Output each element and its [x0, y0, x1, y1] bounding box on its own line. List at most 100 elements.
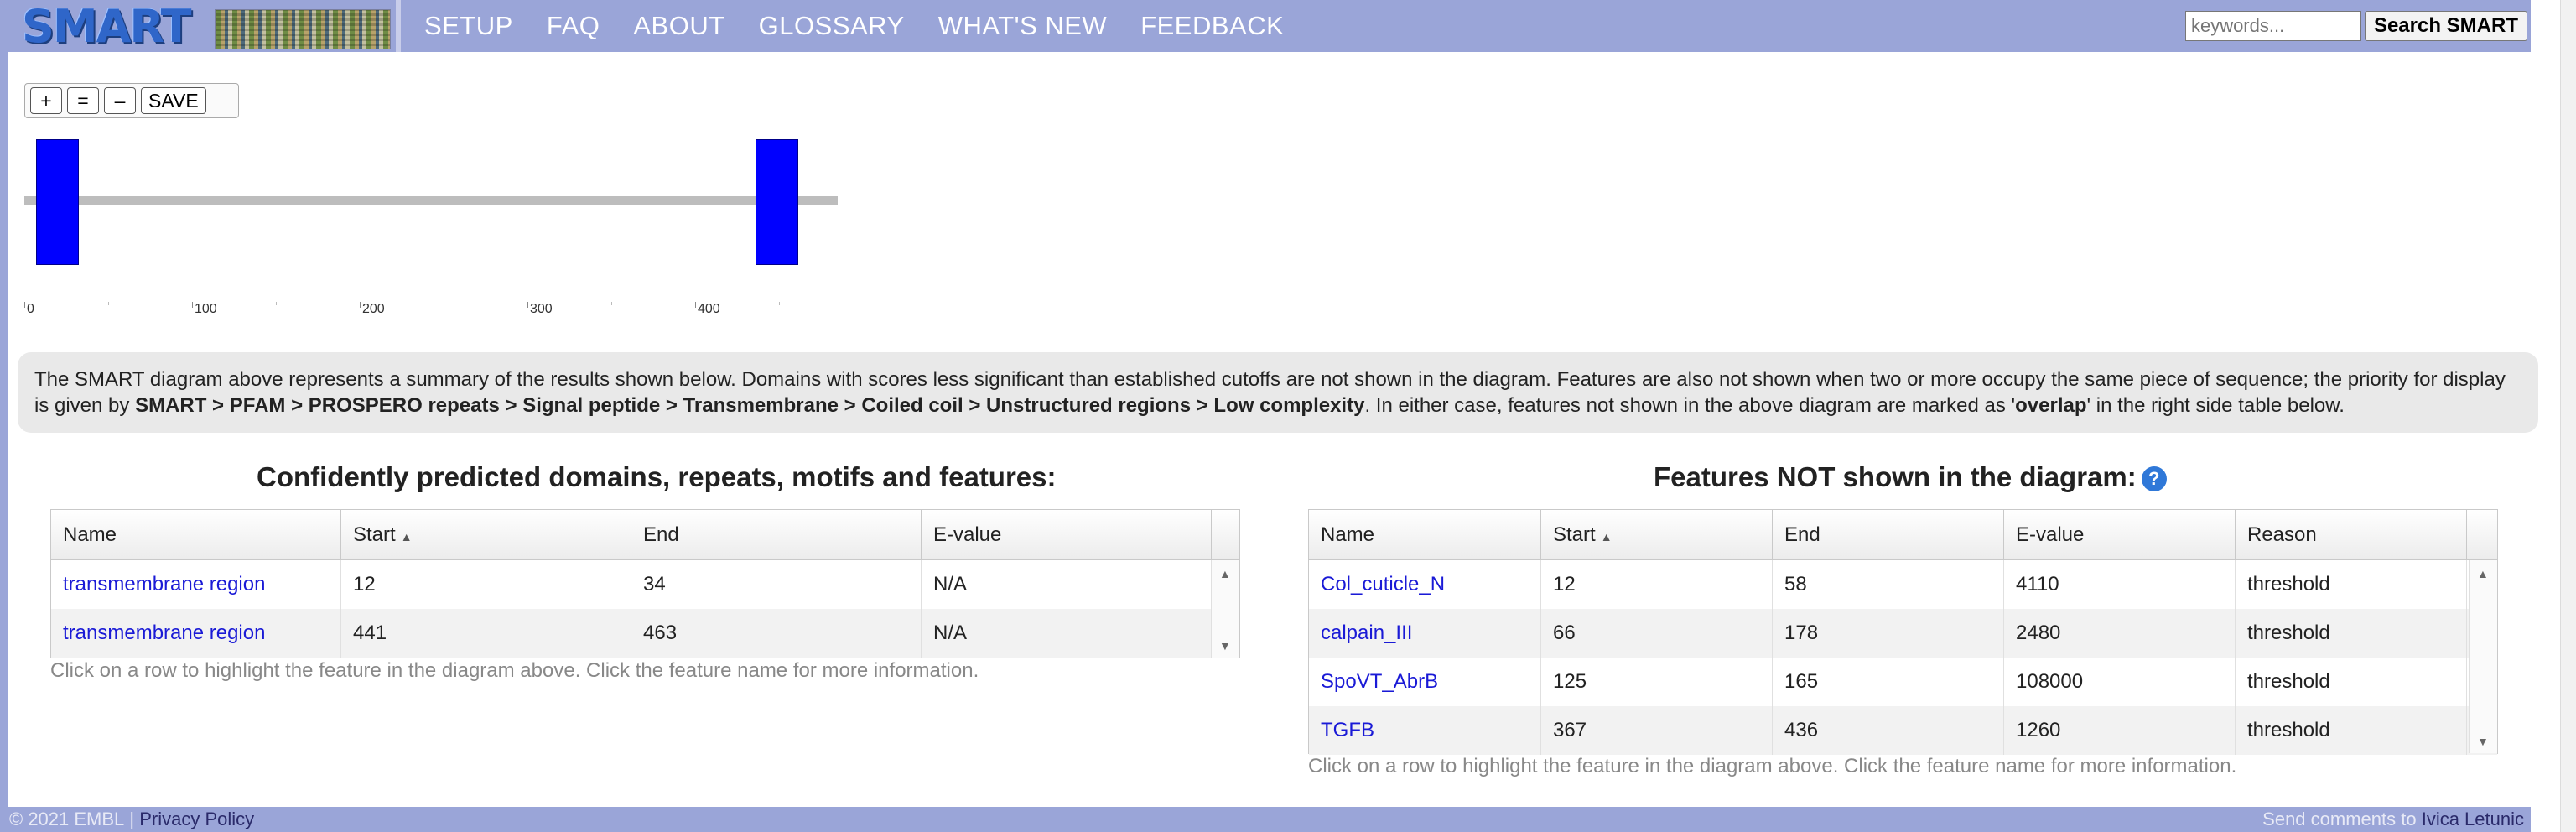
- table-row[interactable]: transmembrane region 441 463 N/A: [51, 609, 1239, 658]
- sort-asc-icon: ▲: [1600, 529, 1613, 543]
- zoom-controls: + = – SAVE: [24, 83, 239, 118]
- feature-name-link[interactable]: transmembrane region: [51, 560, 341, 609]
- cell-evalue: 2480: [2004, 609, 2236, 658]
- cell-start: 367: [1541, 706, 1773, 755]
- feature-name-link[interactable]: TGFB: [1309, 706, 1541, 755]
- cell-evalue: 4110: [2004, 560, 2236, 609]
- footer-separator: |: [124, 809, 140, 829]
- cell-reason: threshold: [2236, 560, 2467, 609]
- confident-features-table: Name Start ▲ End E-value transmembrane re…: [50, 509, 1240, 658]
- cell-evalue: 1260: [2004, 706, 2236, 755]
- cell-end: 165: [1773, 658, 2004, 706]
- nav-about[interactable]: ABOUT: [633, 11, 724, 41]
- table-row[interactable]: transmembrane region 12 34 N/A: [51, 560, 1239, 609]
- nav-glossary[interactable]: GLOSSARY: [759, 11, 905, 41]
- help-icon[interactable]: ?: [2141, 466, 2167, 492]
- zoom-out-button[interactable]: –: [104, 87, 136, 114]
- cell-end: 58: [1773, 560, 2004, 609]
- feature-name-link[interactable]: SpoVT_AbrB: [1309, 658, 1541, 706]
- left-table-hint: Click on a row to highlight the feature …: [50, 659, 979, 682]
- feature-name-link[interactable]: transmembrane region: [51, 609, 341, 658]
- col-name[interactable]: Name: [51, 509, 341, 560]
- cell-reason: threshold: [2236, 609, 2467, 658]
- ruler-minor-tick: [611, 302, 612, 305]
- sort-asc-icon: ▲: [400, 529, 413, 543]
- footer: © 2021 EMBL | Privacy Policy Send commen…: [8, 807, 2531, 832]
- right-table-hint: Click on a row to highlight the feature …: [1308, 755, 2237, 777]
- table-scrollbar[interactable]: ▲ ▼: [1211, 560, 1239, 658]
- ruler-tick-label: 400: [698, 302, 720, 316]
- cell-start: 66: [1541, 609, 1773, 658]
- ruler-tick-100: 100: [192, 302, 217, 317]
- search-button[interactable]: Search SMART: [2364, 11, 2527, 41]
- smart-logo[interactable]: SMART: [22, 0, 391, 53]
- col-end[interactable]: End: [631, 509, 922, 560]
- nav-whats-new[interactable]: WHAT'S NEW: [938, 11, 1108, 41]
- col-start-label: Start: [1553, 523, 1596, 546]
- nav-setup[interactable]: SETUP: [424, 11, 513, 41]
- col-reason[interactable]: Reason: [2236, 509, 2467, 560]
- feature-name-link[interactable]: Col_cuticle_N: [1309, 560, 1541, 609]
- nav-feedback[interactable]: FEEDBACK: [1140, 11, 1284, 41]
- scroll-down-icon[interactable]: ▼: [2477, 735, 2489, 748]
- ruler-tick-0: 0: [24, 302, 34, 317]
- zoom-in-button[interactable]: +: [30, 87, 62, 114]
- not-shown-features-table: Name Start ▲ End E-value Reason Col_cutic…: [1308, 509, 2498, 755]
- table-scrollbar[interactable]: ▲ ▼: [2469, 560, 2497, 753]
- ruler-tick-300: 300: [527, 302, 553, 317]
- scroll-up-icon[interactable]: ▲: [2477, 567, 2489, 580]
- ruler-minor-tick: [276, 302, 277, 305]
- info-text-3: ' in the right side table below.: [2086, 394, 2345, 417]
- author-link[interactable]: Ivica Letunic: [2422, 809, 2524, 829]
- transmembrane-domain-1[interactable]: [36, 139, 79, 265]
- col-start-label: Start: [353, 523, 396, 546]
- cell-evalue: N/A: [922, 609, 1212, 658]
- cell-start: 12: [1541, 560, 1773, 609]
- table-row[interactable]: Col_cuticle_N 12 58 4110 threshold: [1309, 560, 2497, 609]
- left-table-title: Confidently predicted domains, repeats, …: [257, 461, 1057, 492]
- cell-end: 34: [631, 560, 922, 609]
- ruler-tick-400: 400: [695, 302, 720, 317]
- col-start[interactable]: Start ▲: [1541, 509, 1773, 560]
- right-table-title-text: Features NOT shown in the diagram:: [1654, 461, 2137, 492]
- col-end[interactable]: End: [1773, 509, 2004, 560]
- footer-contact: Send comments to Ivica Letunic: [2262, 807, 2524, 832]
- cell-evalue: 108000: [2004, 658, 2236, 706]
- transmembrane-domain-2[interactable]: [756, 139, 798, 265]
- nav-faq[interactable]: FAQ: [547, 11, 600, 41]
- right-table-title: Features NOT shown in the diagram:?: [1654, 461, 2167, 493]
- cell-reason: threshold: [2236, 658, 2467, 706]
- cell-start: 125: [1541, 658, 1773, 706]
- cell-evalue: N/A: [922, 560, 1212, 609]
- sequence-ruler: 0 100 200 300 400: [24, 302, 780, 327]
- ruler-tick-label: 200: [362, 302, 385, 316]
- privacy-policy-link[interactable]: Privacy Policy: [139, 807, 254, 832]
- table-row[interactable]: SpoVT_AbrB 125 165 108000 threshold: [1309, 658, 2497, 706]
- sequence-line: [24, 196, 838, 205]
- scroll-down-icon[interactable]: ▼: [1219, 639, 1231, 653]
- info-overlap: overlap: [2015, 394, 2087, 417]
- save-button[interactable]: SAVE: [141, 87, 206, 114]
- zoom-reset-button[interactable]: =: [67, 87, 99, 114]
- search-input[interactable]: [2184, 11, 2361, 41]
- search-form: Search SMART: [2184, 11, 2527, 41]
- feature-name-link[interactable]: calpain_III: [1309, 609, 1541, 658]
- ruler-minor-tick: [779, 302, 780, 305]
- diagram-explanation: The SMART diagram above represents a sum…: [18, 352, 2538, 433]
- ruler-tick-label: 300: [530, 302, 553, 316]
- ruler-tick-label: 100: [195, 302, 217, 316]
- send-comments-text: Send comments to: [2262, 809, 2422, 829]
- scroll-up-icon[interactable]: ▲: [1219, 567, 1231, 580]
- col-evalue[interactable]: E-value: [2004, 509, 2236, 560]
- cell-start: 441: [341, 609, 631, 658]
- col-start[interactable]: Start ▲: [341, 509, 631, 560]
- logo-separator: [396, 0, 401, 52]
- page: SMART SETUP FAQ ABOUT GLOSSARY WHAT'S NE…: [0, 0, 2576, 832]
- table-row[interactable]: TGFB 367 436 1260 threshold: [1309, 706, 2497, 755]
- col-evalue[interactable]: E-value: [922, 509, 1212, 560]
- ruler-tick-200: 200: [360, 302, 385, 317]
- col-name[interactable]: Name: [1309, 509, 1541, 560]
- copyright: © 2021 EMBL: [9, 809, 125, 829]
- top-header: SMART SETUP FAQ ABOUT GLOSSARY WHAT'S NE…: [8, 0, 2531, 53]
- table-row[interactable]: calpain_III 66 178 2480 threshold: [1309, 609, 2497, 658]
